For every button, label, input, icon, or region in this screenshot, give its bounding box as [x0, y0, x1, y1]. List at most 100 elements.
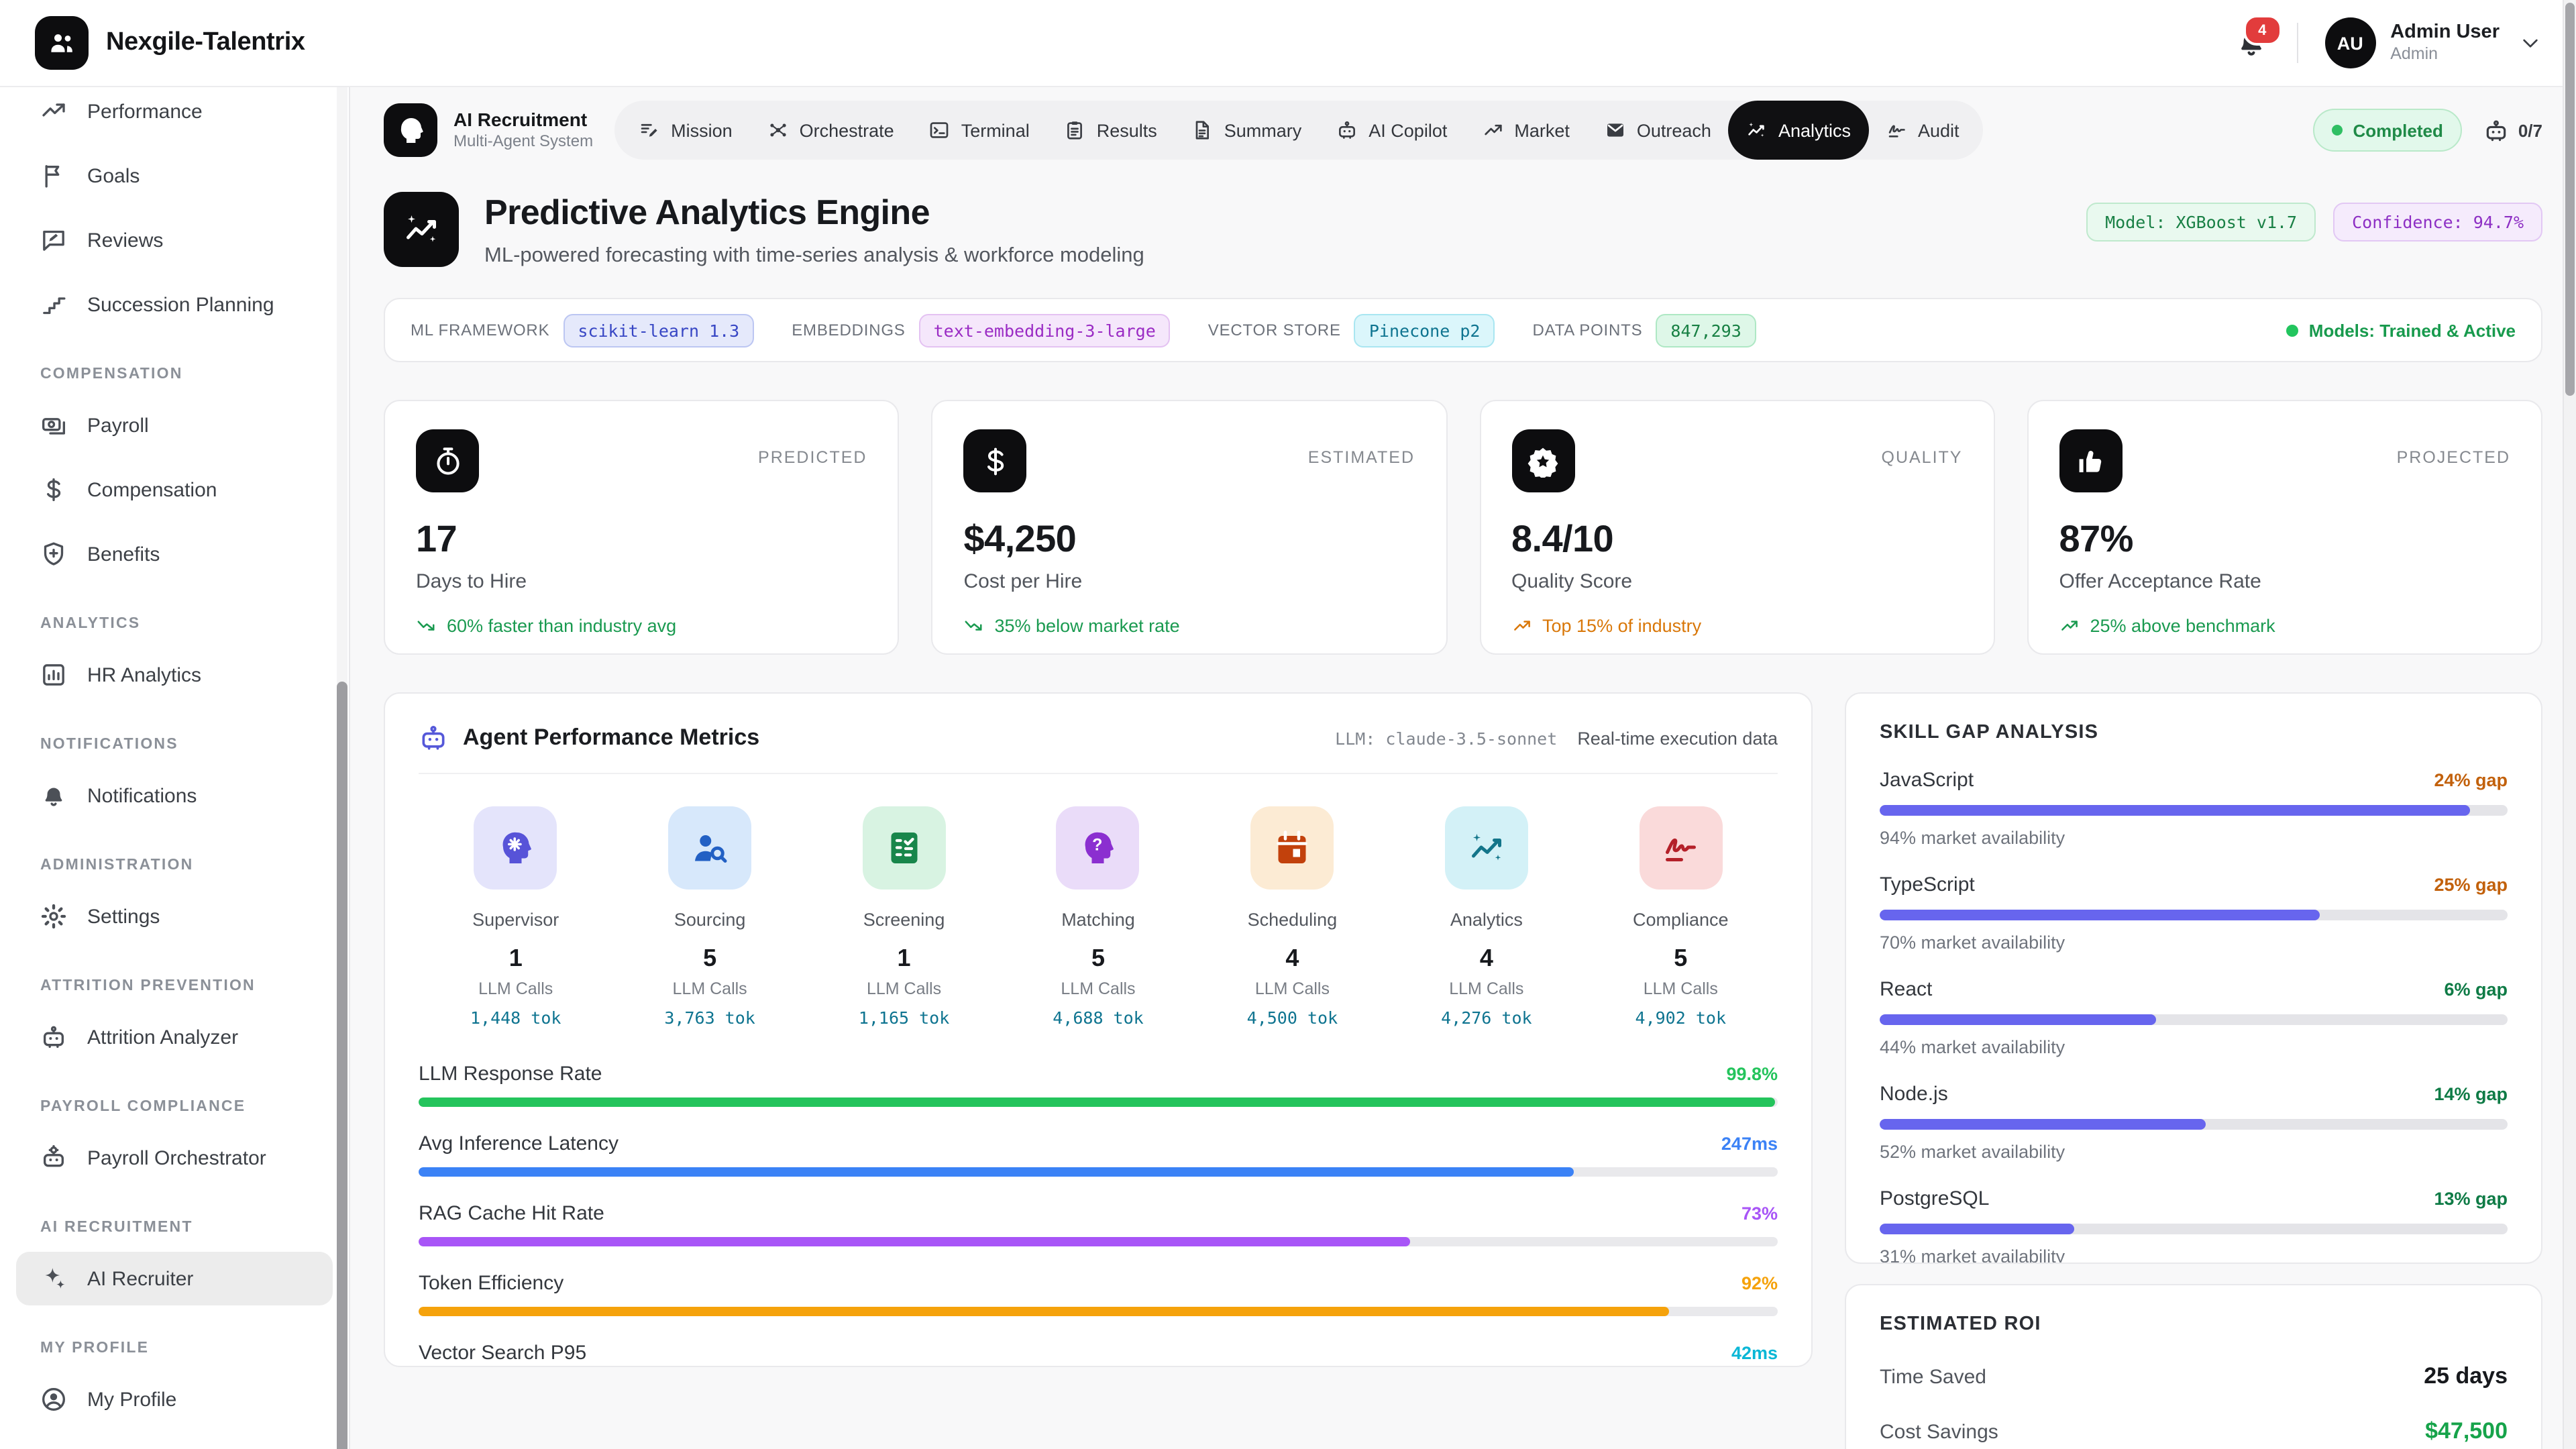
model-meta-bar: ML FRAMEWORKscikit-learn 1.3EMBEDDINGSte… [384, 298, 2542, 362]
llm-model-label: LLM: claude-3.5-sonnet [1335, 728, 1557, 748]
metric-value: 99.8% [1726, 1064, 1778, 1084]
agent-panel-subtitle: Real-time execution data [1577, 728, 1778, 748]
tab-label: Results [1097, 120, 1157, 140]
tab-outreach[interactable]: Outreach [1587, 101, 1729, 160]
agent-sourcing: Sourcing5LLM Calls3,763 tok [612, 806, 806, 1028]
tab-ai-copilot[interactable]: AI Copilot [1319, 101, 1464, 160]
skill-node-js: Node.js14% gap52% market availability [1880, 1083, 2508, 1162]
agent-llm-calls-label: LLM Calls [1255, 979, 1330, 998]
sidebar-scrollbar-thumb[interactable] [337, 682, 347, 1449]
window-scrollbar-thumb[interactable] [2565, 3, 2575, 396]
user-menu[interactable]: AU Admin User Admin [2324, 17, 2541, 68]
sidebar-item-reviews[interactable]: Reviews [16, 213, 333, 267]
notifications-button[interactable]: 4 [2235, 27, 2267, 59]
market-icon [1482, 119, 1503, 141]
tab-label: AI Copilot [1368, 120, 1447, 140]
app-subtitle: Multi-Agent System [453, 131, 593, 151]
sidebar-item-attrition-analyzer[interactable]: Attrition Analyzer [16, 1010, 333, 1064]
page-subtitle: ML-powered forecasting with time-series … [484, 244, 2086, 268]
metric-avg-inference-latency: Avg Inference Latency247ms [419, 1132, 1778, 1177]
tab-terminal[interactable]: Terminal [912, 101, 1047, 160]
brand[interactable]: Nexgile-Talentrix [35, 16, 305, 70]
robot-icon [40, 1024, 67, 1051]
skill-javascript: JavaScript24% gap94% market availability [1880, 769, 2508, 848]
sidebar-item-succession-planning[interactable]: Succession Planning [16, 278, 333, 331]
sidebar-item-label: Succession Planning [87, 293, 274, 316]
meta-item: ML FRAMEWORKscikit-learn 1.3 [411, 313, 754, 347]
metric-bar-track [419, 1237, 1778, 1246]
status-dot-icon [2286, 324, 2298, 336]
status-badge: Completed [2313, 109, 2462, 152]
skill-bar-fill [1880, 1224, 2074, 1234]
agent-compliance: Compliance5LLM Calls4,902 tok [1584, 806, 1778, 1028]
skill-postgresql: PostgreSQL13% gap31% market availability [1880, 1187, 2508, 1264]
sidebar-section-label: AI RECRUITMENT [40, 1220, 309, 1236]
tab-market[interactable]: Market [1464, 101, 1587, 160]
tab-orchestrate[interactable]: Orchestrate [750, 101, 912, 160]
metric-value: 73% [1741, 1203, 1778, 1224]
stat-card-projected: PROJECTED87%Offer Acceptance Rate25% abo… [2027, 400, 2543, 655]
metric-bar-fill [419, 1307, 1669, 1316]
sidebar-item-notifications[interactable]: Notifications [16, 769, 333, 822]
rate-review-icon [40, 227, 67, 254]
sidebar-item-label: Payroll [87, 414, 149, 437]
calendar-icon [1250, 806, 1334, 890]
thumbs-up-icon [2059, 429, 2123, 492]
sidebar-item-payroll[interactable]: Payroll [16, 398, 333, 452]
tab-mission[interactable]: Mission [621, 101, 750, 160]
sidebar-item-label: Compensation [87, 478, 217, 501]
outreach-icon [1605, 119, 1626, 141]
tab-label: Analytics [1778, 120, 1851, 140]
sidebar-item-label: Payroll Orchestrator [87, 1146, 266, 1169]
stat-card-quality: QUALITY8.4/10Quality ScoreTop 15% of ind… [1479, 400, 1995, 655]
robot-gear-icon [40, 1144, 67, 1171]
sidebar-item-settings[interactable]: Settings [16, 890, 333, 943]
tab-audit[interactable]: Audit [1868, 101, 1977, 160]
skill-name: PostgreSQL [1880, 1187, 1989, 1210]
sidebar-item-compensation[interactable]: Compensation [16, 463, 333, 517]
sidebar-scrollbar[interactable] [337, 87, 347, 1449]
agent-supervisor: Supervisor1LLM Calls1,448 tok [419, 806, 612, 1028]
sidebar-item-goals[interactable]: Goals [16, 149, 333, 203]
meta-item: DATA POINTS847,293 [1532, 313, 1756, 347]
sidebar-item-performance[interactable]: Performance [16, 87, 333, 138]
sidebar-item-ai-recruiter[interactable]: AI Recruiter [16, 1252, 333, 1305]
sidebar-section-label: COMPENSATION [40, 366, 309, 382]
metric-bar-fill [419, 1237, 1411, 1246]
sidebar-item-hr-analytics[interactable]: HR Analytics [16, 648, 333, 702]
metric-token-efficiency: Token Efficiency92% [419, 1272, 1778, 1316]
window-scrollbar[interactable] [2563, 0, 2576, 1449]
audit-icon [1886, 119, 1907, 141]
skill-availability: 94% market availability [1880, 828, 2508, 848]
main-area: AI Recruitment Multi-Agent System Missio… [350, 87, 2576, 1449]
metric-rag-cache-hit-rate: RAG Cache Hit Rate73% [419, 1202, 1778, 1246]
page-icon [384, 192, 459, 267]
agent-tokens: 1,165 tok [859, 1008, 949, 1028]
sidebar-item-my-profile[interactable]: My Profile [16, 1373, 333, 1426]
skill-react: React6% gap44% market availability [1880, 978, 2508, 1057]
agent-llm-calls-count: 5 [1091, 945, 1105, 973]
tab-label: Audit [1918, 120, 1960, 140]
page-title: Predictive Analytics Engine [484, 192, 2086, 233]
sidebar-item-benefits[interactable]: Benefits [16, 527, 333, 581]
tab-label: Outreach [1637, 120, 1711, 140]
gear-icon [40, 903, 67, 930]
tab-summary[interactable]: Summary [1175, 101, 1320, 160]
skill-bar-fill [1880, 1014, 2156, 1025]
page-header: Predictive Analytics Engine ML-powered f… [384, 192, 2542, 268]
agent-panel-title: Agent Performance Metrics [463, 724, 759, 751]
metric-label: Avg Inference Latency [419, 1132, 619, 1155]
skill-name: JavaScript [1880, 769, 1974, 792]
head-chip-icon [394, 114, 427, 146]
sidebar-item-label: Performance [87, 100, 203, 123]
tab-results[interactable]: Results [1047, 101, 1175, 160]
notification-badge: 4 [2243, 15, 2282, 46]
tab-analytics[interactable]: Analytics [1729, 101, 1868, 160]
sidebar-item-payroll-orchestrator[interactable]: Payroll Orchestrator [16, 1131, 333, 1185]
status-dot-icon [2332, 125, 2343, 136]
agent-llm-calls-count: 1 [509, 945, 523, 973]
skill-panel-title: SKILL GAP ANALYSIS [1880, 722, 2508, 743]
user-role: Admin [2390, 44, 2500, 64]
app-title: AI Recruitment [453, 109, 593, 132]
roi-value: $47,500 [2425, 1418, 2508, 1445]
